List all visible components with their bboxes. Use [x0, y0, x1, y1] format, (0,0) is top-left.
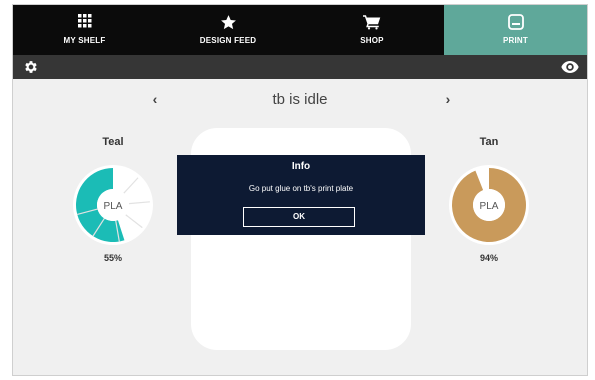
left-spool-name: Teal [102, 136, 124, 148]
right-spool-material: PLA [480, 201, 499, 212]
grid-icon [13, 14, 156, 32]
tab-design-feed[interactable]: DESIGN FEED [156, 5, 300, 55]
tab-my-shelf[interactable]: MY SHELF [13, 5, 156, 55]
star-icon [156, 14, 300, 32]
tab-print[interactable]: PRINT [444, 5, 587, 55]
eye-icon[interactable] [561, 59, 579, 75]
ok-button[interactable]: OK [243, 207, 355, 227]
right-spool-name: Tan [479, 136, 499, 148]
printer-status-row: ‹ tb is idle › [13, 85, 587, 115]
left-spool[interactable]: PLA [71, 163, 155, 252]
top-navigation: MY SHELF DESIGN FEED SHOP PRINT [13, 5, 587, 55]
tab-my-shelf-label: MY SHELF [63, 36, 106, 45]
right-spool-percent: 94% [479, 253, 498, 263]
app-window: MY SHELF DESIGN FEED SHOP PRINT ‹ tb is … [12, 4, 588, 376]
next-printer-arrow[interactable]: › [441, 91, 455, 109]
info-dialog: Info Go put glue on tb's print plate OK [177, 155, 425, 235]
right-spool[interactable]: PLA [447, 163, 531, 252]
gear-icon[interactable] [23, 59, 39, 75]
tab-shop-label: SHOP [360, 36, 384, 45]
printer-status-text: tb is idle [272, 91, 328, 108]
dialog-title: Info [291, 161, 311, 172]
left-spool-percent: 55% [103, 253, 122, 263]
left-spool-material: PLA [104, 201, 123, 212]
cart-icon [300, 14, 444, 32]
printer-icon [444, 14, 587, 32]
tab-design-feed-label: DESIGN FEED [199, 36, 257, 45]
tab-print-label: PRINT [503, 36, 528, 45]
dialog-message: Go put glue on tb's print plate [248, 184, 354, 193]
tab-shop[interactable]: SHOP [300, 5, 444, 55]
toolbar [13, 55, 587, 79]
